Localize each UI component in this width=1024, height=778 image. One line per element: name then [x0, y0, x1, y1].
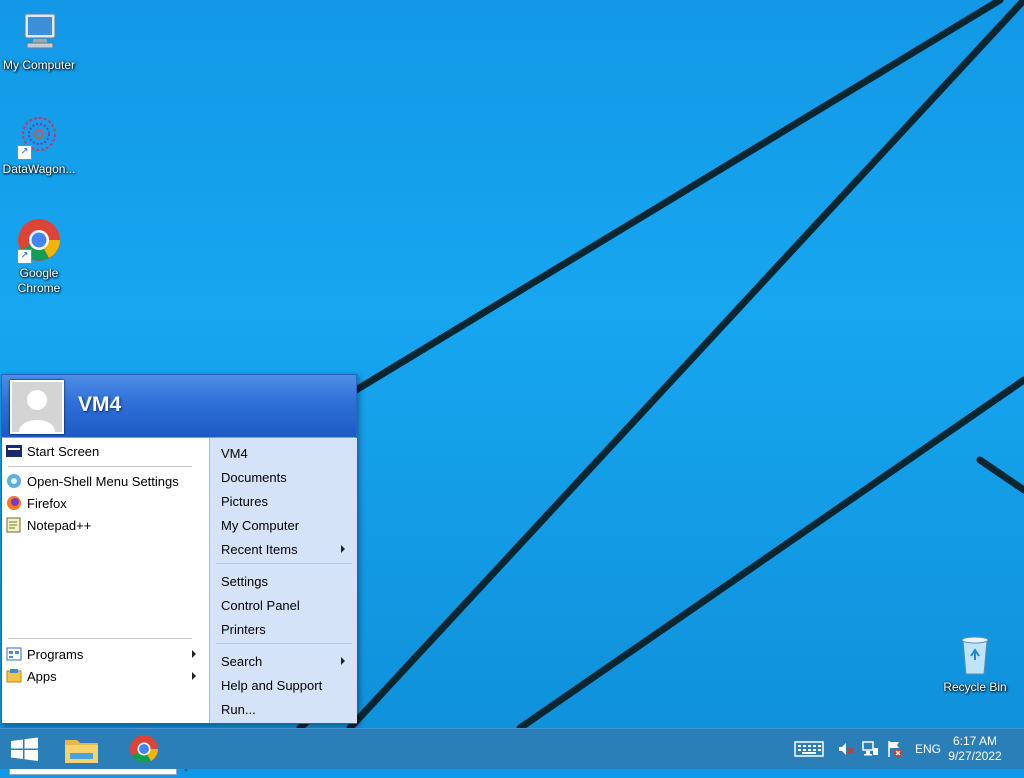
submenu-arrow-icon: [341, 545, 345, 553]
recycle-bin-icon: [951, 630, 999, 678]
item-label: Run...: [221, 701, 256, 717]
start-menu-item-start-screen[interactable]: Start Screen: [6, 441, 99, 461]
desktop-icon-label: DataWagon...: [2, 162, 76, 176]
item-label: My Computer: [221, 517, 300, 533]
separator: [8, 638, 192, 639]
start-menu-link-recent-items[interactable]: Recent Items: [221, 539, 351, 559]
open-shell-icon: [6, 473, 22, 489]
start-menu-link-search[interactable]: Search: [221, 651, 351, 671]
network-icon[interactable]: [861, 739, 879, 759]
item-label: Apps: [27, 668, 57, 684]
submenu-arrow-icon: [192, 650, 196, 658]
desktop-icon-my-computer[interactable]: My Computer: [0, 8, 78, 73]
item-label: Documents: [221, 469, 287, 485]
start-menu-item-firefox[interactable]: Firefox: [6, 493, 67, 513]
volume-muted-icon[interactable]: [837, 739, 855, 759]
start-button[interactable]: [0, 729, 52, 769]
item-label: Notepad++: [27, 517, 92, 533]
firefox-icon: [6, 495, 22, 511]
item-label: Start Screen: [27, 443, 100, 459]
item-label: Settings: [221, 573, 268, 589]
start-menu-link-run[interactable]: Run...: [221, 699, 351, 719]
clock-time: 6:17 AM: [952, 734, 998, 748]
start-screen-icon: [6, 443, 22, 459]
start-menu-link-pictures[interactable]: Pictures: [221, 491, 351, 511]
start-menu-item-apps[interactable]: Apps: [6, 666, 202, 686]
clock-date: 9/27/2022: [948, 749, 1002, 763]
start-menu-item-notepad[interactable]: Notepad++: [6, 515, 91, 535]
user-name: VM4: [78, 393, 122, 416]
touch-keyboard-icon[interactable]: [794, 739, 824, 759]
notepad-icon: [6, 517, 22, 533]
start-menu-right-pane: VM4 Documents Pictures My Computer Recen…: [209, 438, 357, 723]
input-language-indicator[interactable]: ENG: [915, 742, 941, 756]
separator: [216, 643, 352, 644]
start-menu-left-pane: Start Screen Open-Shell Menu Settings Fi…: [2, 438, 209, 775]
start-menu-link-help-and-support[interactable]: Help and Support: [221, 675, 351, 695]
item-label: Recent Items: [221, 541, 298, 557]
start-menu-link-vm4[interactable]: VM4: [221, 443, 351, 463]
item-label: Help and Support: [221, 677, 323, 693]
windows-logo-icon: [11, 737, 38, 761]
taskbar-google-chrome[interactable]: [118, 729, 170, 769]
chrome-icon: [130, 735, 158, 763]
start-menu-item-open-shell-settings[interactable]: Open-Shell Menu Settings: [6, 471, 179, 491]
item-label: Control Panel: [221, 597, 300, 613]
start-menu-link-my-computer[interactable]: My Computer: [221, 515, 351, 535]
desktop-icon-google-chrome[interactable]: ↗ Google Chrome: [0, 216, 78, 296]
computer-icon: [15, 8, 63, 56]
taskbar: ENG 6:17 AM 9/27/2022: [0, 728, 1024, 769]
desktop-icon-label: My Computer: [2, 58, 76, 72]
submenu-arrow-icon: [341, 657, 345, 665]
item-label: Printers: [221, 621, 266, 637]
item-label: Search: [221, 653, 263, 669]
programs-icon: [6, 646, 22, 662]
taskbar-file-explorer[interactable]: [56, 729, 108, 769]
item-label: Pictures: [221, 493, 268, 509]
start-menu-link-documents[interactable]: Documents: [221, 467, 351, 487]
start-menu-item-programs[interactable]: Programs: [6, 644, 202, 664]
desktop-icon-recycle-bin[interactable]: Recycle Bin: [936, 630, 1014, 695]
start-menu-link-control-panel[interactable]: Control Panel: [221, 595, 351, 615]
user-icon: [12, 382, 62, 432]
start-menu: VM4 Start Screen Open-Shell Menu Setting…: [1, 374, 357, 775]
system-clock[interactable]: 6:17 AM 9/27/2022: [944, 734, 1006, 764]
shortcut-arrow-icon: ↗: [17, 145, 32, 160]
user-avatar[interactable]: [10, 380, 64, 434]
item-label: VM4: [221, 445, 248, 461]
chrome-icon: ↗: [15, 216, 63, 264]
item-label: Firefox: [27, 495, 67, 511]
desktop-icon-label: Google Chrome: [17, 266, 61, 295]
action-center-alert-icon[interactable]: [886, 739, 904, 759]
shortcut-arrow-icon: ↗: [17, 249, 32, 264]
datawagon-icon: ↗: [15, 112, 63, 160]
apps-icon: [6, 668, 22, 684]
separator: [8, 466, 192, 467]
start-menu-link-printers[interactable]: Printers: [221, 619, 351, 639]
submenu-arrow-icon: [192, 672, 196, 680]
desktop-icon-label: Recycle Bin: [943, 680, 1007, 694]
separator: [216, 563, 352, 564]
item-label: Open-Shell Menu Settings: [27, 473, 179, 489]
start-menu-link-settings[interactable]: Settings: [221, 571, 351, 591]
folder-icon: [65, 740, 98, 763]
desktop-icon-datawagon[interactable]: ↗ DataWagon...: [0, 112, 78, 177]
item-label: Programs: [27, 646, 84, 662]
start-menu-header: VM4: [2, 375, 356, 438]
